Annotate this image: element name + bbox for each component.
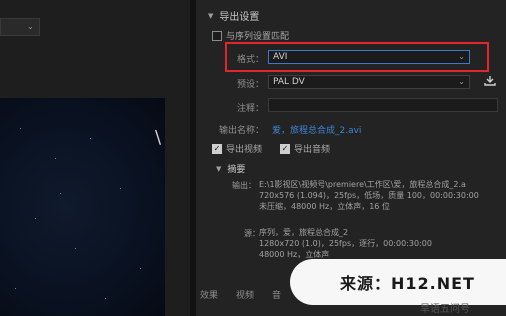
comment-label: 注释： (236, 104, 264, 114)
export-video-label: 导出视频 (226, 145, 263, 155)
output-name-row: 爱，旅程总合成_2.avi (272, 123, 361, 136)
format-value: AVI (273, 52, 288, 62)
source-dropdown[interactable]: ⌄ (0, 18, 40, 36)
bottom-tab-bar: 效果 视频 音 (200, 288, 281, 301)
export-audio-label: 导出音频 (294, 145, 331, 155)
collapse-triangle-icon: ▼ (216, 164, 222, 173)
export-video-row: ✓ 导出视频 (212, 142, 262, 155)
preset-value: PAL DV (273, 77, 305, 87)
comment-input[interactable] (268, 98, 498, 112)
output-summary-label: 输出： (232, 181, 256, 190)
preset-label: 预设： (236, 80, 264, 90)
match-sequence-checkbox[interactable] (212, 30, 222, 41)
source-summary-label: 源： (244, 229, 260, 238)
tab-effects[interactable]: 效果 (200, 288, 218, 301)
export-audio-row: ✓ 导出音频 (280, 142, 330, 155)
export-settings-header[interactable]: ▼ 导出设置 (208, 8, 260, 24)
format-label: 格式： (236, 55, 264, 65)
chevron-down-icon: ⌄ (27, 22, 34, 31)
output-line: E:\1影视区\视频号\premiere\工作区\爱，旅程总合成_2.a (259, 180, 466, 189)
source-line: 序列，爱，旅程总合成_2 (259, 228, 349, 237)
comment-label-wrap: 注释： (228, 101, 264, 114)
summary-title: 摘要 (227, 165, 246, 175)
source-summary: 序列，爱，旅程总合成_2 1280x720 (1.0)，25fps，逐行，00:… (259, 227, 432, 260)
collapse-triangle-icon: ▼ (208, 11, 214, 20)
output-name-link[interactable]: 爱，旅程总合成_2.avi (272, 123, 361, 136)
export-video-checkbox[interactable]: ✓ (212, 143, 222, 154)
source-preview-pane: ⌄ \ (0, 0, 190, 316)
video-preview (0, 98, 165, 316)
watermark-under-text: 旱语五问号 (420, 304, 470, 315)
export-audio-checkbox[interactable]: ✓ (280, 143, 290, 154)
match-sequence-row: 与序列设置匹配 (212, 29, 289, 42)
summary-header[interactable]: ▼ 摘要 (216, 162, 246, 176)
output-line: 720x576 (1.094)，25fps，低场，质量 100，00:00:30… (259, 191, 479, 200)
format-select[interactable]: AVI ⌄ (268, 50, 470, 64)
preset-label-wrap: 预设： (228, 77, 264, 90)
chevron-down-icon: ⌄ (458, 52, 465, 61)
watermark-text: 来源：H12.NET (340, 274, 475, 293)
match-sequence-label: 与序列设置匹配 (226, 32, 290, 42)
preset-select[interactable]: PAL DV ⌄ (268, 75, 470, 89)
source-line: 1280x720 (1.0)，25fps，逐行，00:00:30:00 (259, 239, 432, 248)
section-title: 导出设置 (219, 12, 260, 23)
preview-title-glyph: \ (155, 127, 162, 148)
source-watermark: 来源：H12.NET (290, 259, 506, 305)
tab-audio[interactable]: 音 (272, 288, 281, 301)
chevron-down-icon: ⌄ (458, 77, 465, 86)
output-summary: E:\1影视区\视频号\premiere\工作区\爱，旅程总合成_2.a 720… (259, 179, 479, 212)
output-name-label-wrap: 输出名称： (202, 123, 264, 136)
output-name-label: 输出名称： (218, 126, 264, 136)
format-label-wrap: 格式： (228, 52, 264, 65)
tab-video[interactable]: 视频 (236, 288, 254, 301)
output-line: 未压缩，48000 Hz，立体声，16 位 (259, 202, 390, 211)
save-preset-icon[interactable] (484, 76, 496, 86)
